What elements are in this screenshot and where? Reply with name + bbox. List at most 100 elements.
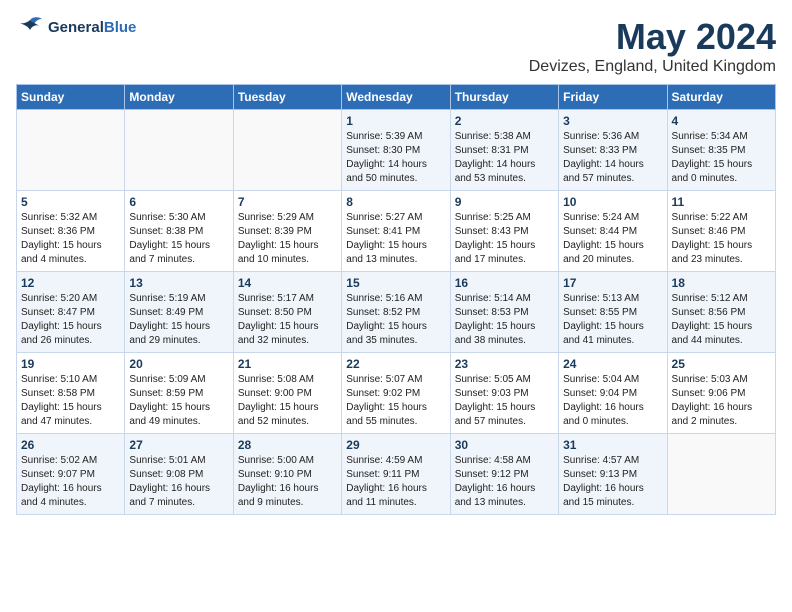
day-number: 3 [563,114,662,128]
day-number: 17 [563,276,662,290]
calendar-cell: 9 Sunrise: 5:25 AM Sunset: 8:43 PM Daylig… [450,191,558,272]
calendar-cell: 13 Sunrise: 5:19 AM Sunset: 8:49 PM Dayli… [125,272,233,353]
day-info: Sunrise: 5:09 AM Sunset: 8:59 PM Dayligh… [129,373,228,429]
day-number: 5 [21,195,120,209]
day-number: 21 [238,357,337,371]
calendar-cell: 11 Sunrise: 5:22 AM Sunset: 8:46 PM Dayli… [667,191,775,272]
day-info: Sunrise: 5:03 AM Sunset: 9:06 PM Dayligh… [672,373,771,429]
day-number: 24 [563,357,662,371]
calendar-cell: 21Sunrise: 5:08 AM Sunset: 9:00 PM Dayli… [233,353,341,434]
week-row-4: 19 Sunrise: 5:10 AM Sunset: 8:58 PM Dayli… [17,353,776,434]
day-number: 12 [21,276,120,290]
sub-title: Devizes, England, United Kingdom [529,58,776,76]
calendar-cell: 27 Sunrise: 5:01 AM Sunset: 9:08 PM Dayli… [125,434,233,515]
day-info: Sunrise: 5:02 AM Sunset: 9:07 PM Dayligh… [21,454,120,510]
calendar-cell [667,434,775,515]
calendar-cell [125,110,233,191]
calendar-body: 1Sunrise: 5:39 AM Sunset: 8:30 PM Daylig… [17,110,776,515]
day-info: Sunrise: 5:34 AM Sunset: 8:35 PM Dayligh… [672,130,771,186]
dow-header-wednesday: Wednesday [342,85,450,110]
day-number: 29 [346,438,445,452]
day-number: 7 [238,195,337,209]
day-number: 10 [563,195,662,209]
calendar-cell: 31 Sunrise: 4:57 AM Sunset: 9:13 PM Dayli… [559,434,667,515]
calendar-cell: 16Sunrise: 5:14 AM Sunset: 8:53 PM Dayli… [450,272,558,353]
calendar-cell: 17 Sunrise: 5:13 AM Sunset: 8:55 PM Dayli… [559,272,667,353]
day-number: 27 [129,438,228,452]
day-info: Sunrise: 5:16 AM Sunset: 8:52 PM Dayligh… [346,292,445,348]
calendar-cell: 28 Sunrise: 5:00 AM Sunset: 9:10 PM Dayli… [233,434,341,515]
day-info: Sunrise: 5:10 AM Sunset: 8:58 PM Dayligh… [21,373,120,429]
day-number: 14 [238,276,337,290]
calendar: SundayMondayTuesdayWednesdayThursdayFrid… [16,84,776,515]
day-info: Sunrise: 5:07 AM Sunset: 9:02 PM Dayligh… [346,373,445,429]
header: GeneralBlue May 2024 Devizes, England, U… [16,16,776,76]
calendar-cell: 15 Sunrise: 5:16 AM Sunset: 8:52 PM Dayli… [342,272,450,353]
day-info: Sunrise: 5:39 AM Sunset: 8:30 PM Dayligh… [346,130,445,186]
week-row-3: 12Sunrise: 5:20 AM Sunset: 8:47 PM Dayli… [17,272,776,353]
day-info: Sunrise: 5:29 AM Sunset: 8:39 PM Dayligh… [238,211,337,267]
calendar-cell: 29 Sunrise: 4:59 AM Sunset: 9:11 PM Dayli… [342,434,450,515]
day-info: Sunrise: 4:57 AM Sunset: 9:13 PM Dayligh… [563,454,662,510]
dow-header-saturday: Saturday [667,85,775,110]
calendar-cell: 3Sunrise: 5:36 AM Sunset: 8:33 PM Daylig… [559,110,667,191]
calendar-cell: 24Sunrise: 5:04 AM Sunset: 9:04 PM Dayli… [559,353,667,434]
day-number: 9 [455,195,554,209]
day-info: Sunrise: 5:24 AM Sunset: 8:44 PM Dayligh… [563,211,662,267]
day-info: Sunrise: 5:00 AM Sunset: 9:10 PM Dayligh… [238,454,337,510]
day-number: 11 [672,195,771,209]
day-info: Sunrise: 5:27 AM Sunset: 8:41 PM Dayligh… [346,211,445,267]
day-number: 20 [129,357,228,371]
day-number: 13 [129,276,228,290]
calendar-cell: 5 Sunrise: 5:32 AM Sunset: 8:36 PM Daylig… [17,191,125,272]
day-number: 25 [672,357,771,371]
day-number: 18 [672,276,771,290]
calendar-cell: 20 Sunrise: 5:09 AM Sunset: 8:59 PM Dayli… [125,353,233,434]
dow-header-friday: Friday [559,85,667,110]
day-info: Sunrise: 5:19 AM Sunset: 8:49 PM Dayligh… [129,292,228,348]
day-info: Sunrise: 5:05 AM Sunset: 9:03 PM Dayligh… [455,373,554,429]
day-info: Sunrise: 4:58 AM Sunset: 9:12 PM Dayligh… [455,454,554,510]
day-number: 31 [563,438,662,452]
dow-header-tuesday: Tuesday [233,85,341,110]
logo-text: GeneralBlue [48,19,136,36]
day-info: Sunrise: 5:13 AM Sunset: 8:55 PM Dayligh… [563,292,662,348]
logo-icon [16,16,44,38]
day-info: Sunrise: 5:38 AM Sunset: 8:31 PM Dayligh… [455,130,554,186]
day-number: 6 [129,195,228,209]
week-row-2: 5 Sunrise: 5:32 AM Sunset: 8:36 PM Daylig… [17,191,776,272]
day-number: 19 [21,357,120,371]
day-info: Sunrise: 4:59 AM Sunset: 9:11 PM Dayligh… [346,454,445,510]
calendar-cell [17,110,125,191]
day-number: 15 [346,276,445,290]
calendar-cell: 18Sunrise: 5:12 AM Sunset: 8:56 PM Dayli… [667,272,775,353]
day-number: 2 [455,114,554,128]
calendar-cell: 7 Sunrise: 5:29 AM Sunset: 8:39 PM Daylig… [233,191,341,272]
calendar-cell: 19 Sunrise: 5:10 AM Sunset: 8:58 PM Dayli… [17,353,125,434]
week-row-5: 26Sunrise: 5:02 AM Sunset: 9:07 PM Dayli… [17,434,776,515]
day-info: Sunrise: 5:01 AM Sunset: 9:08 PM Dayligh… [129,454,228,510]
day-info: Sunrise: 5:30 AM Sunset: 8:38 PM Dayligh… [129,211,228,267]
day-number: 30 [455,438,554,452]
day-number: 4 [672,114,771,128]
day-number: 23 [455,357,554,371]
day-info: Sunrise: 5:14 AM Sunset: 8:53 PM Dayligh… [455,292,554,348]
calendar-cell: 14 Sunrise: 5:17 AM Sunset: 8:50 PM Dayli… [233,272,341,353]
day-info: Sunrise: 5:22 AM Sunset: 8:46 PM Dayligh… [672,211,771,267]
day-info: Sunrise: 5:32 AM Sunset: 8:36 PM Dayligh… [21,211,120,267]
calendar-cell: 23 Sunrise: 5:05 AM Sunset: 9:03 PM Dayli… [450,353,558,434]
day-number: 28 [238,438,337,452]
week-row-1: 1Sunrise: 5:39 AM Sunset: 8:30 PM Daylig… [17,110,776,191]
calendar-cell: 6 Sunrise: 5:30 AM Sunset: 8:38 PM Daylig… [125,191,233,272]
dow-header-sunday: Sunday [17,85,125,110]
main-title: May 2024 [529,16,776,58]
calendar-cell [233,110,341,191]
calendar-cell: 2 Sunrise: 5:38 AM Sunset: 8:31 PM Daylig… [450,110,558,191]
day-info: Sunrise: 5:17 AM Sunset: 8:50 PM Dayligh… [238,292,337,348]
calendar-cell: 10 Sunrise: 5:24 AM Sunset: 8:44 PM Dayli… [559,191,667,272]
calendar-cell: 26Sunrise: 5:02 AM Sunset: 9:07 PM Dayli… [17,434,125,515]
calendar-cell: 1Sunrise: 5:39 AM Sunset: 8:30 PM Daylig… [342,110,450,191]
day-number: 8 [346,195,445,209]
calendar-cell: 8 Sunrise: 5:27 AM Sunset: 8:41 PM Daylig… [342,191,450,272]
day-info: Sunrise: 5:25 AM Sunset: 8:43 PM Dayligh… [455,211,554,267]
